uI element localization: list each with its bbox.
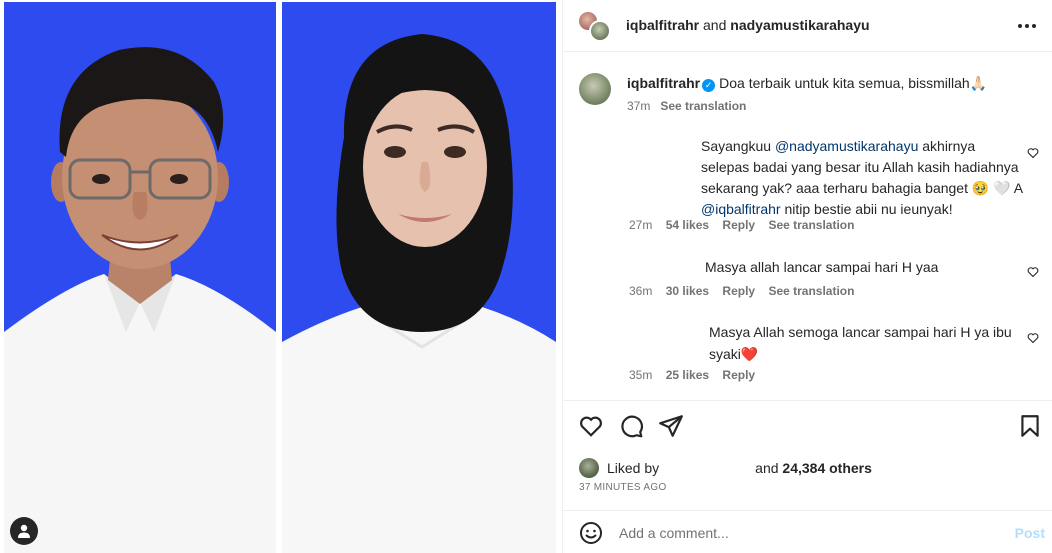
comment-1-reply[interactable]: Reply [722, 218, 755, 232]
post-comment-button[interactable]: Post [1015, 525, 1045, 541]
caption-text: Doa terbaik untuk kita semua, bissmillah [719, 75, 970, 91]
more-options-button[interactable] [1015, 14, 1039, 38]
like-heart-icon[interactable] [578, 413, 604, 439]
post-header: iqbalfitrahr and nadyamustikarahayu [563, 0, 1052, 52]
caption-see-translation[interactable]: See translation [660, 99, 746, 113]
comment-2-reply[interactable]: Reply [722, 284, 755, 298]
caption-avatar[interactable] [579, 73, 611, 105]
comment-1-meta: 27m 54 likes Reply See translation [629, 218, 854, 232]
caption: iqbalfitrahr ✓ Doa terbaik untuk kita semu… [627, 75, 987, 92]
emoji-smile-icon[interactable] [579, 521, 603, 545]
comments-list[interactable]: iqbalfitrahr ✓ Doa terbaik untuk kita semu… [563, 57, 1052, 397]
comment-3-likes[interactable]: 25 likes [666, 368, 709, 382]
add-comment-input[interactable] [619, 521, 989, 545]
likes-count[interactable]: 24,384 others [782, 460, 872, 476]
likes-summary[interactable]: Liked by and 24,384 others [579, 458, 872, 478]
comment-2-meta: 36m 30 likes Reply See translation [629, 284, 854, 298]
likes-avatar[interactable] [579, 458, 599, 478]
comment-1-text-part-3: nitip bestie abii nu ieunyak! [780, 201, 953, 217]
post-timestamp[interactable]: 37 MINUTES AGO [579, 482, 667, 493]
comment-3-text: Masya Allah semoga lancar sampai hari H … [709, 324, 1012, 362]
comment-3-reply[interactable]: Reply [722, 368, 755, 382]
comment-2-likes[interactable]: 30 likes [666, 284, 709, 298]
comment-1-mention[interactable]: @nadyamustikarahayu [775, 138, 918, 154]
comment-2-time[interactable]: 36m [629, 284, 652, 298]
caption-username[interactable]: iqbalfitrahr [627, 75, 700, 91]
comment-1-likes[interactable]: 54 likes [666, 218, 709, 232]
comment-bubble-icon[interactable] [618, 413, 644, 439]
action-bar [563, 400, 1052, 452]
header-title: iqbalfitrahr and nadyamustikarahayu [626, 17, 870, 33]
comment-avatar[interactable] [579, 135, 611, 167]
more-horizontal-icon [1018, 24, 1036, 28]
comment-1-like-heart-icon[interactable] [1027, 147, 1039, 159]
add-comment-bar: Post [563, 510, 1052, 553]
portrait-photo-man [4, 2, 276, 553]
likes-prefix: Liked by [607, 460, 660, 476]
man-portrait-image [4, 2, 276, 553]
comment-1-time[interactable]: 27m [629, 218, 652, 232]
header-username-2[interactable]: nadyamustikarahayu [730, 17, 869, 33]
comment-1-mention-2[interactable]: @iqbalfitrahr [701, 201, 781, 217]
comment-3-like-heart-icon[interactable] [1027, 332, 1039, 344]
avatar-user2[interactable] [589, 20, 611, 42]
post-media[interactable] [0, 0, 560, 553]
save-bookmark-icon[interactable] [1017, 413, 1043, 439]
comment-2-see-translation[interactable]: See translation [768, 284, 854, 298]
user-tag-icon [18, 524, 30, 538]
header-username-1[interactable]: iqbalfitrahr [626, 17, 699, 33]
comment-2-like-heart-icon[interactable] [1027, 266, 1039, 278]
verified-badge-icon: ✓ [702, 79, 716, 92]
woman-portrait-image [282, 2, 556, 553]
tagged-users-icon[interactable] [10, 517, 38, 545]
comment-1-see-translation[interactable]: See translation [768, 218, 854, 232]
portrait-photo-woman [282, 2, 556, 553]
caption-meta: 37m See translation [627, 99, 746, 113]
header-connector: and [703, 17, 727, 33]
post-side-panel: iqbalfitrahr and nadyamustikarahayu iqba… [562, 0, 1052, 553]
comment-1-text: Sayangkuu @nadyamustikarahayu akhirnya s… [701, 136, 1023, 220]
comment-avatar[interactable] [579, 321, 611, 353]
comment-3-meta: 35m 25 likes Reply [629, 368, 755, 382]
likes-suffix: and [755, 460, 779, 476]
comment-avatar[interactable] [579, 255, 611, 287]
comment-2-text: Masya allah lancar sampai hari H yaa [705, 259, 939, 275]
comment-3-time[interactable]: 35m [629, 368, 652, 382]
share-send-icon[interactable] [658, 413, 684, 439]
caption-time[interactable]: 37m [627, 99, 650, 113]
comment-1-text-part: Sayangkuu [701, 138, 775, 154]
caption-emoji: 🙏🏻 [969, 75, 988, 91]
